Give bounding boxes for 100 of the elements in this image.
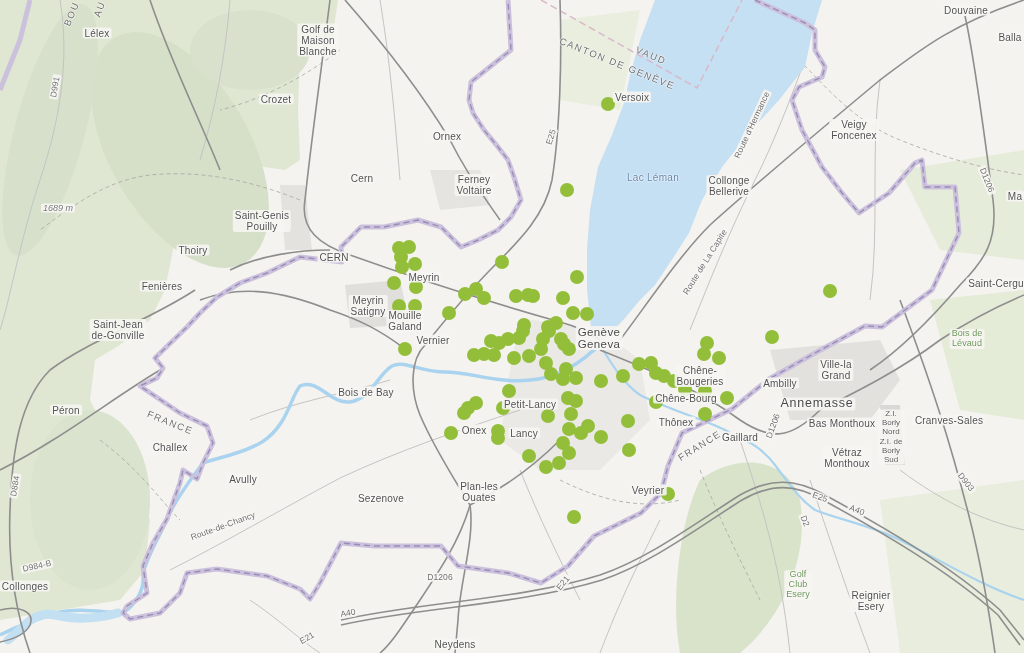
- marker-dot-icon: [657, 369, 671, 383]
- marker-dot-icon: [387, 276, 401, 290]
- marker-dot-icon: [408, 257, 422, 271]
- place-label: Veigy Foncenex: [829, 119, 879, 141]
- marker-dot-icon: [616, 369, 630, 383]
- place-label: Ferney Voltaire: [454, 174, 494, 196]
- marker-dot-icon: [487, 348, 501, 362]
- city-label: Genève Geneva: [575, 325, 623, 351]
- marker-dot-icon: [398, 342, 412, 356]
- place-label: Z.I. Borly Nord Z.I. de Borly Sud: [877, 409, 905, 465]
- marker-dot-icon: [570, 270, 584, 284]
- marker-dot-icon: [442, 306, 456, 320]
- place-label: Saint-Genis Pouilly: [232, 210, 292, 232]
- place-label: Lélex: [82, 27, 112, 39]
- marker-dot-icon: [522, 349, 536, 363]
- place-label: Saint-Cergu: [966, 277, 1024, 289]
- place-label: Meyrin Satigny: [348, 295, 388, 317]
- place-label: Versoix: [612, 91, 652, 103]
- marker-dot-icon: [469, 396, 483, 410]
- marker-dot-icon: [541, 409, 555, 423]
- place-label: Ville-la Grand: [818, 359, 854, 381]
- road-label: D1206: [425, 572, 455, 582]
- marker-dot-icon: [697, 347, 711, 361]
- place-label: Collonge Bellerive: [706, 175, 752, 197]
- marker-dot-icon: [566, 306, 580, 320]
- place-label: Ornex: [430, 130, 464, 142]
- marker-dot-icon: [621, 414, 635, 428]
- marker-dot-icon: [516, 324, 530, 338]
- place-label: Neydens: [432, 638, 478, 650]
- place-label: Avully: [227, 473, 259, 485]
- marker-dot-icon: [544, 367, 558, 381]
- marker-dot-icon: [491, 431, 505, 445]
- marker-dot-icon: [522, 449, 536, 463]
- marker-dot-icon: [581, 419, 595, 433]
- marker-dot-icon: [469, 282, 483, 296]
- marker-dot-icon: [539, 356, 553, 370]
- park-label: Golf Club Esery: [784, 570, 812, 600]
- marker-dot-icon: [765, 330, 779, 344]
- elevation-label: 1689 m: [41, 203, 75, 213]
- place-label: Collonges: [0, 580, 51, 592]
- place-label: Vétraz Monthoux: [822, 447, 872, 469]
- place-label: Thônex: [656, 416, 696, 428]
- marker-dot-icon: [458, 287, 472, 301]
- marker-dot-icon: [392, 299, 406, 313]
- place-label: Sezenove: [355, 492, 407, 504]
- place-label: Plan-les Ouates: [458, 481, 500, 503]
- place-label: Péron: [50, 404, 82, 416]
- marker-dot-icon: [569, 394, 583, 408]
- place-label: Reignier Esery: [849, 590, 893, 612]
- marker-dot-icon: [556, 291, 570, 305]
- place-label: Chêne-Bourg: [653, 392, 719, 404]
- place-label: Bas Monthoux: [806, 417, 878, 429]
- marker-dot-icon: [501, 332, 515, 346]
- marker-dot-icon: [562, 422, 576, 436]
- marker-dot-icon: [594, 430, 608, 444]
- marker-dot-icon: [644, 356, 658, 370]
- marker-dot-icon: [823, 284, 837, 298]
- marker-dot-icon: [698, 407, 712, 421]
- marker-dot-icon: [622, 443, 636, 457]
- marker-dot-icon: [562, 342, 576, 356]
- place-label: Petit-Lancy: [501, 398, 559, 410]
- place-label: Mouille Galand: [386, 310, 424, 332]
- region-label: AU: [92, 0, 108, 19]
- marker-dot-icon: [444, 426, 458, 440]
- marker-dot-icon: [507, 351, 521, 365]
- marker-dot-icon: [408, 299, 422, 313]
- place-label: Meyrin: [406, 271, 442, 283]
- marker-dot-icon: [712, 351, 726, 365]
- marker-dot-icon: [556, 436, 570, 450]
- place-label: Ma: [1005, 190, 1024, 202]
- place-label: Saint-Jean de-Gonville: [89, 319, 147, 341]
- region-label: BOU: [62, 0, 82, 28]
- marker-dot-icon: [552, 456, 566, 470]
- marker-dot-icon: [720, 391, 734, 405]
- marker-dot-icon: [402, 240, 416, 254]
- marker-dot-icon: [567, 510, 581, 524]
- place-label: Lancy: [508, 427, 540, 439]
- place-label: CERN: [317, 251, 351, 263]
- marker-dot-icon: [502, 384, 516, 398]
- marker-dot-icon: [526, 289, 540, 303]
- place-label: Chêne- Bougeries: [674, 365, 726, 387]
- marker-dot-icon: [594, 374, 608, 388]
- marker-dot-icon: [495, 255, 509, 269]
- place-label: Onex: [459, 424, 489, 436]
- marker-dot-icon: [457, 406, 471, 420]
- place-label: Golf de Maison Blanche: [297, 23, 339, 57]
- place-label: Bois de Bay: [336, 386, 396, 398]
- marker-dot-icon: [580, 307, 594, 321]
- marker-dot-icon: [700, 336, 714, 350]
- marker-dot-icon: [601, 97, 615, 111]
- marker-dot-icon: [539, 460, 553, 474]
- place-label: Crozet: [258, 93, 294, 105]
- marker-dot-icon: [562, 446, 576, 460]
- city-label: Annemasse: [778, 397, 856, 411]
- marker-dot-icon: [395, 260, 409, 274]
- place-label: Douvaine: [942, 4, 990, 16]
- marker-dot-icon: [569, 371, 583, 385]
- place-label: Cranves-Sales: [912, 414, 986, 426]
- marker-dot-icon: [560, 183, 574, 197]
- marker-dot-icon: [509, 289, 523, 303]
